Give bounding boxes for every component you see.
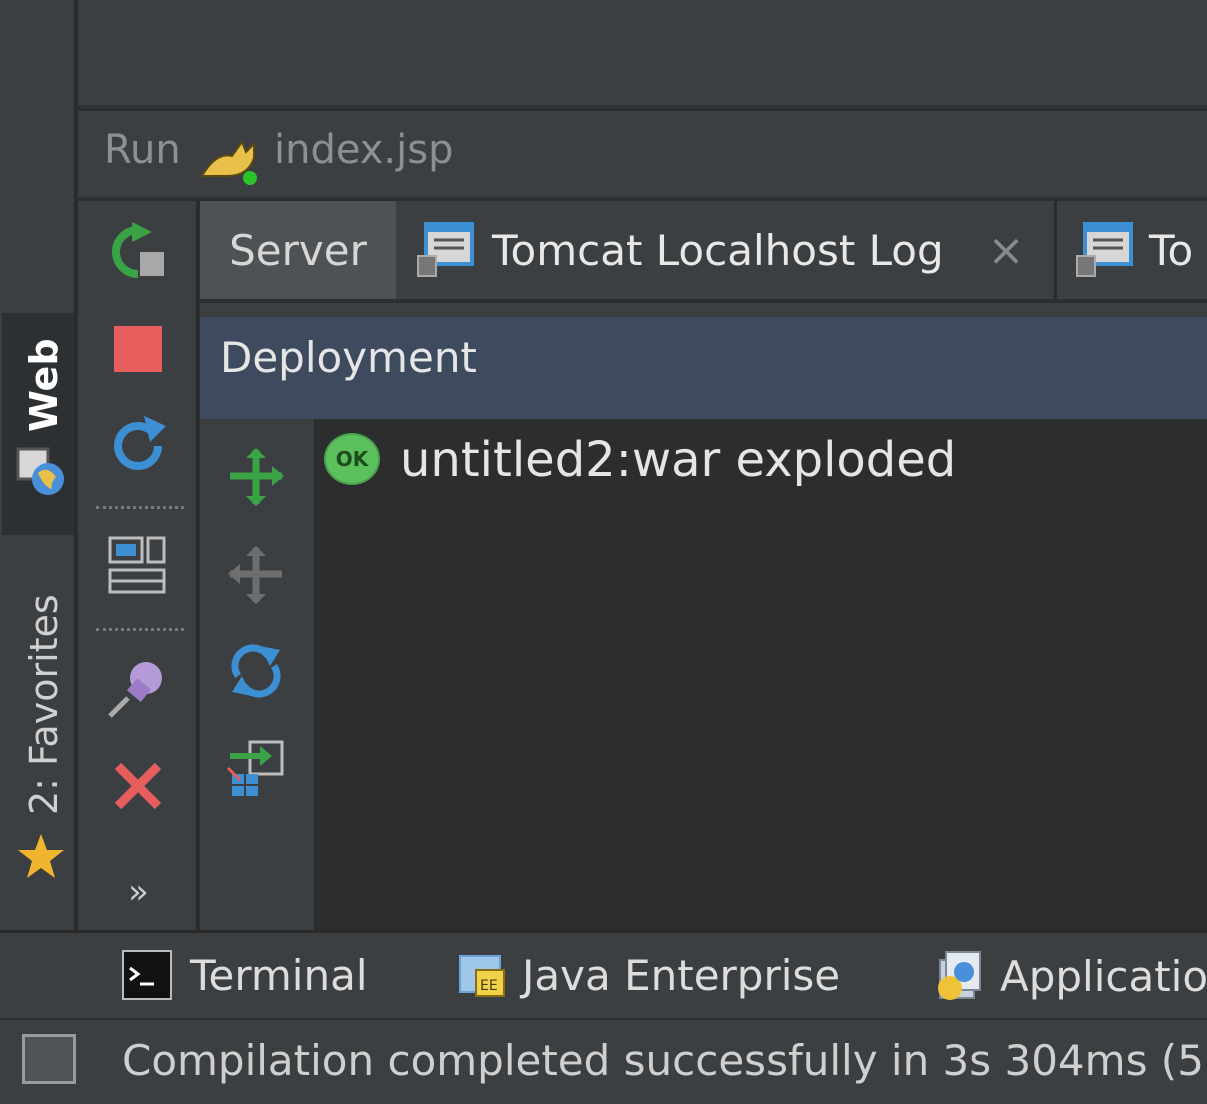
undeploy-icon[interactable] xyxy=(226,544,286,606)
star-icon xyxy=(16,832,66,882)
editor-area xyxy=(78,0,1207,108)
application-servers-label: Applicatio xyxy=(1000,951,1207,1001)
deployment-title: Deployment xyxy=(220,333,477,382)
artifact-item[interactable]: untitled2:war exploded xyxy=(400,432,956,488)
tab-server[interactable]: Server xyxy=(200,201,396,299)
ok-status-icon: OK xyxy=(324,433,380,485)
update-icon[interactable] xyxy=(108,414,168,476)
log-window-icon xyxy=(416,220,476,280)
web-tab-label: Web xyxy=(22,338,66,432)
more-actions-button[interactable]: » xyxy=(128,872,149,912)
toolbar-separator xyxy=(96,628,184,631)
java-enterprise-icon: EE xyxy=(458,950,508,1000)
artifact-deploy-icon[interactable] xyxy=(226,738,286,800)
tool-window-toggle-icon[interactable] xyxy=(22,1034,76,1084)
tab-tomcat-catalina-log[interactable]: To xyxy=(1057,201,1207,299)
svg-text:EE: EE xyxy=(480,978,498,994)
run-title: Run xyxy=(104,127,181,173)
tab-log-label: Tomcat Localhost Log xyxy=(492,225,944,275)
tab-third-label: To xyxy=(1149,225,1194,275)
close-icon[interactable] xyxy=(112,760,164,812)
pin-icon[interactable] xyxy=(106,656,170,720)
rerun-icon[interactable] xyxy=(108,222,168,282)
terminal-tool-button[interactable]: Terminal xyxy=(122,950,368,1000)
java-enterprise-tool-button[interactable]: EE Java Enterprise xyxy=(458,950,840,1000)
run-config-name: index.jsp xyxy=(274,127,454,173)
tab-tomcat-localhost-log[interactable]: Tomcat Localhost Log × xyxy=(398,201,1057,299)
deployment-list xyxy=(318,419,1207,930)
tomcat-icon xyxy=(198,132,262,188)
terminal-icon xyxy=(122,950,172,1000)
stop-icon[interactable] xyxy=(114,326,162,372)
terminal-label: Terminal xyxy=(190,950,368,1000)
refresh-icon[interactable] xyxy=(226,640,286,702)
tabs-separator xyxy=(200,303,1207,317)
status-message: Compilation completed successfully in 3s… xyxy=(122,1036,1204,1085)
deploy-icon[interactable] xyxy=(226,446,286,508)
web-globe-icon xyxy=(14,445,70,501)
layout-icon[interactable] xyxy=(108,536,168,596)
java-enterprise-label: Java Enterprise xyxy=(522,950,841,1000)
toolbar-separator xyxy=(96,506,184,509)
application-servers-tool-button[interactable]: Applicatio xyxy=(934,950,1207,1002)
application-servers-icon xyxy=(934,950,986,1002)
log-window-icon xyxy=(1075,220,1135,280)
tab-close-button[interactable]: × xyxy=(988,225,1025,276)
favorites-tab-label[interactable]: 2: Favorites xyxy=(22,594,66,815)
tab-server-label: Server xyxy=(229,225,367,275)
